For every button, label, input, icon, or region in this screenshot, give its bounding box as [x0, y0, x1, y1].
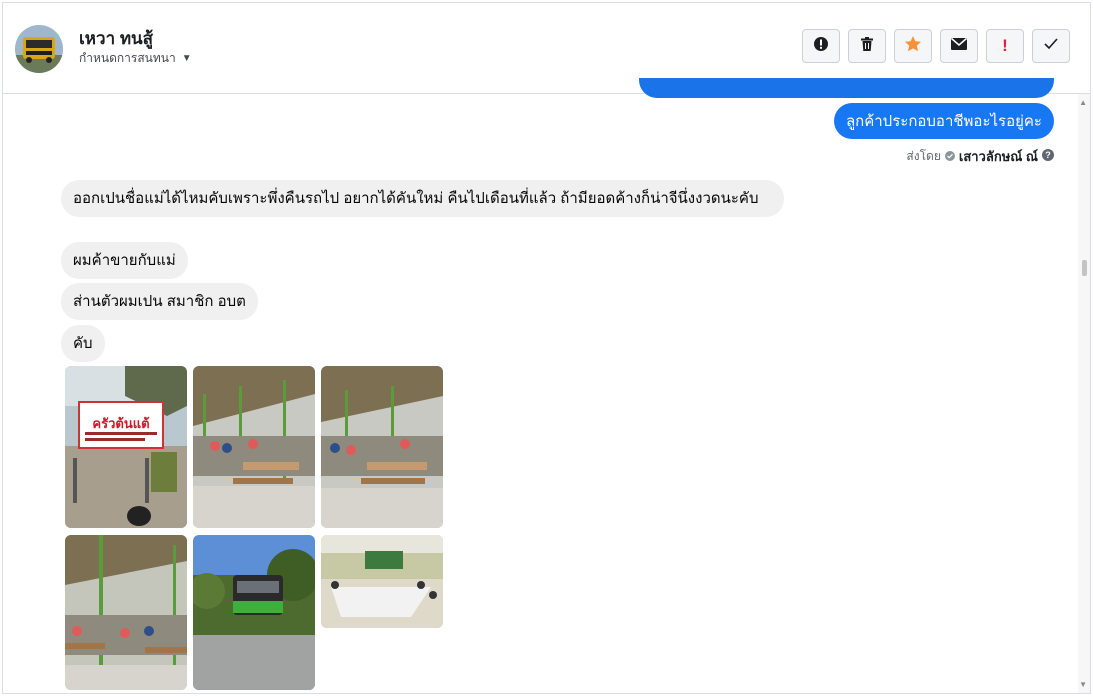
trash-icon [859, 36, 875, 57]
incoming-message[interactable]: คับ [61, 325, 105, 362]
sent-by-line: ส่งโดย เสาวลักษณ์ ณ์ ? [906, 146, 1054, 167]
incoming-message[interactable]: ส่านตัวผมเปน สมาชิก อบต [61, 283, 258, 320]
contact-name[interactable]: เหวา ทนสู้ [79, 25, 153, 52]
previous-outgoing-bubble [639, 78, 1054, 98]
message-thread[interactable]: ลูกค้าประกอบอาชีพอะไรอยู่คะ ส่งโดย เสาวล… [3, 78, 1090, 693]
follow-up-button[interactable]: ! [986, 29, 1024, 63]
done-button[interactable] [1032, 29, 1070, 63]
scroll-up-arrow-icon[interactable]: ▲ [1079, 98, 1087, 107]
scrollbar[interactable]: ▲ ▼ [1078, 94, 1090, 693]
sent-by-label: ส่งโดย [906, 149, 941, 163]
photo-attachment[interactable] [321, 535, 443, 628]
sign-text: ครัวต้นแต้ [92, 416, 149, 432]
scroll-down-arrow-icon[interactable]: ▼ [1079, 680, 1087, 689]
scroll-thumb[interactable] [1082, 260, 1087, 276]
help-icon[interactable]: ? [1042, 149, 1054, 164]
checkmark-icon [1043, 37, 1059, 56]
delete-button[interactable] [848, 29, 886, 63]
envelope-icon [950, 37, 968, 56]
assign-label: กำหนดการสนทนา [79, 51, 176, 65]
star-button[interactable] [894, 29, 932, 63]
incoming-message[interactable]: ออกเปนชื่อแม่ได้ไหมคับเพราะพึ่งคืนรถไป อ… [61, 180, 784, 217]
mark-spam-button[interactable] [802, 29, 840, 63]
photo-attachment[interactable] [193, 366, 315, 528]
toolbar: ! [802, 29, 1070, 63]
photo-attachment[interactable] [65, 535, 187, 690]
photo-attachment[interactable]: ครัวต้นแต้ [65, 366, 187, 528]
incoming-message[interactable]: ผมค้าขายกับแม่ [61, 242, 188, 279]
assign-conversation-dropdown[interactable]: กำหนดการสนทนา ▼ [79, 49, 192, 68]
exclamation-icon: ! [1002, 36, 1008, 55]
sent-by-agent[interactable]: เสาวลักษณ์ ณ์ [959, 146, 1038, 167]
verified-icon [944, 150, 955, 164]
svg-text:?: ? [1045, 150, 1051, 160]
photo-attachment[interactable] [193, 535, 315, 690]
mark-unread-button[interactable] [940, 29, 978, 63]
photo-attachment[interactable] [321, 366, 443, 528]
avatar[interactable] [15, 25, 63, 73]
star-icon [904, 35, 922, 58]
inbox-frame: เหวา ทนสู้ กำหนดการสนทนา ▼ ! ลูกค้าประกอ… [2, 2, 1091, 694]
outgoing-message[interactable]: ลูกค้าประกอบอาชีพอะไรอยู่คะ [833, 103, 1054, 139]
alert-circle-icon [813, 36, 829, 57]
chevron-down-icon: ▼ [181, 53, 192, 64]
